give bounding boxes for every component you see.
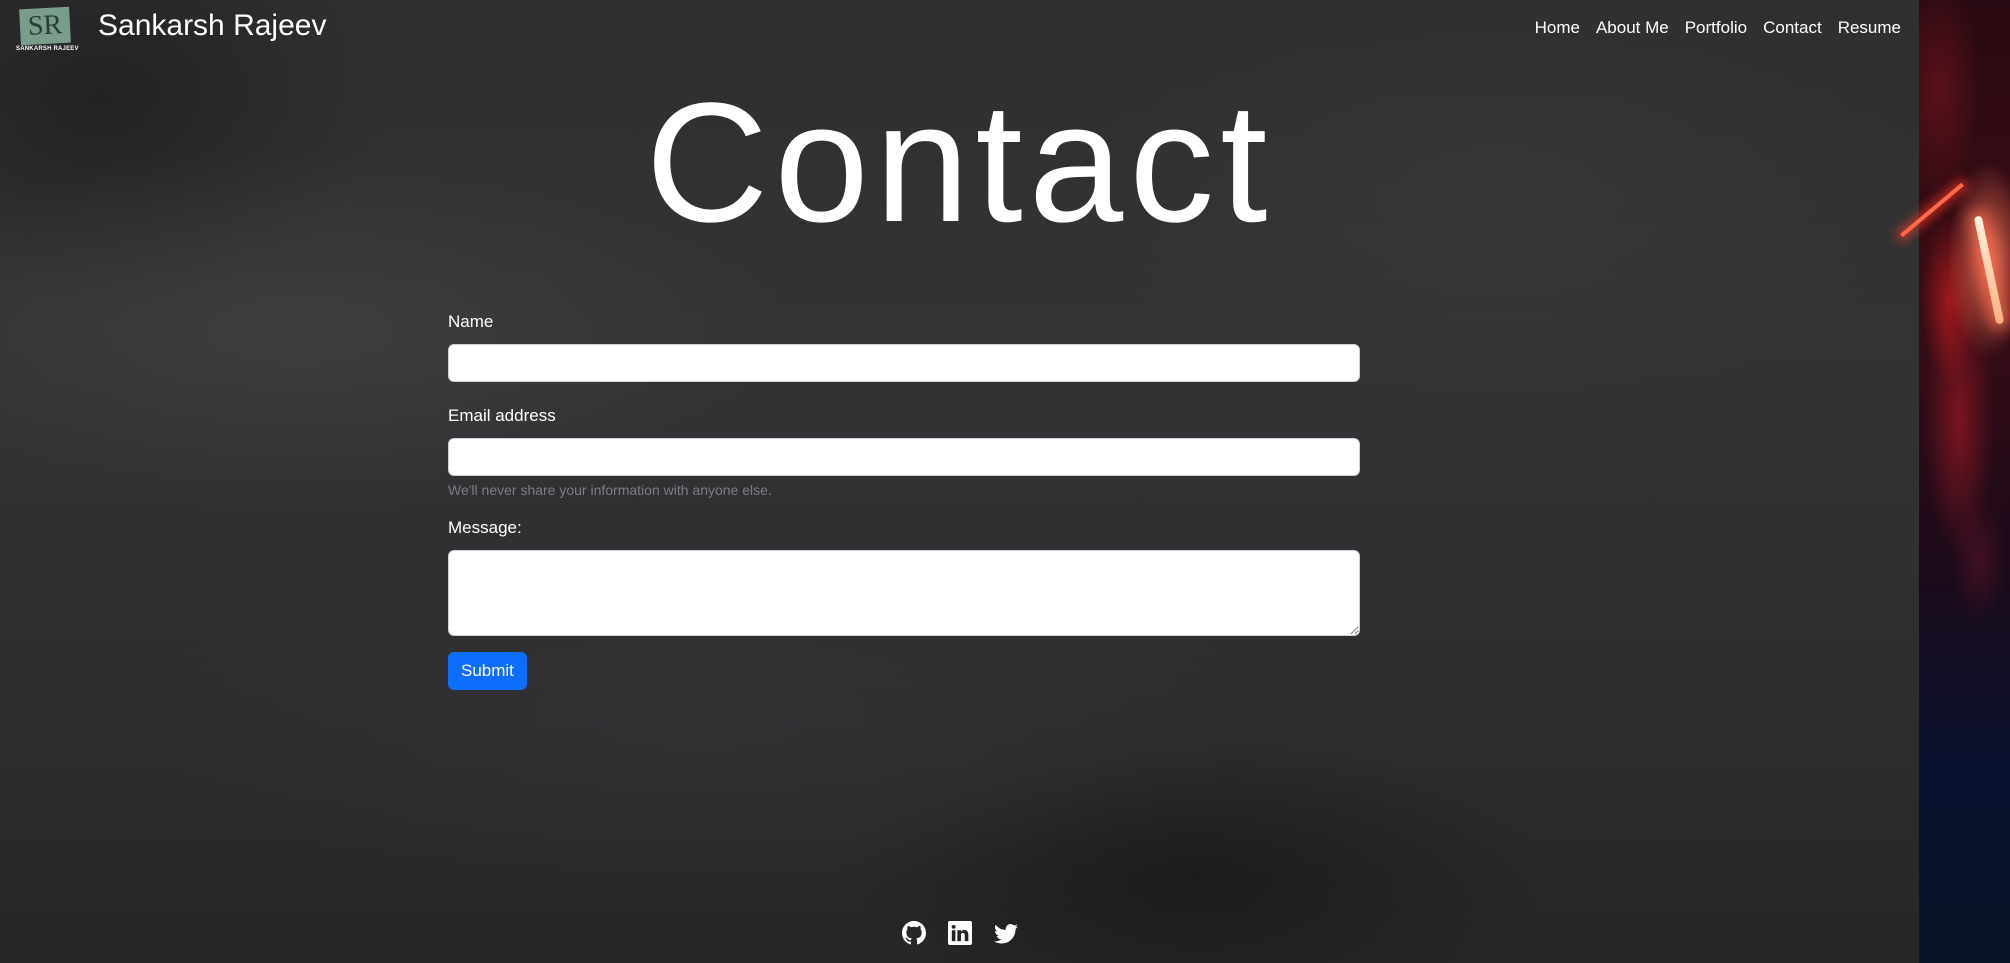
email-input[interactable] [448,438,1360,476]
name-group: Name [448,312,1360,382]
brand-link[interactable]: SR SANKARSH RAJEEV Sankarsh Rajeev [16,6,326,52]
github-icon [901,921,926,945]
page-title: Contact [645,68,1274,258]
nav-menu: Home About Me Portfolio Contact Resume [1535,18,1901,38]
name-input[interactable] [448,344,1360,382]
linkedin-icon [947,921,972,945]
twitter-icon [993,923,1018,944]
logo: SR SANKARSH RAJEEV [16,6,79,52]
email-group: Email address We'll never share your inf… [448,406,1360,498]
logo-caption: SANKARSH RAJEEV [16,46,79,52]
social-links [0,921,1919,945]
nav-link-home[interactable]: Home [1535,18,1580,38]
submit-button[interactable]: Submit [448,652,527,690]
github-link[interactable] [901,921,926,945]
linkedin-link[interactable] [947,921,972,945]
nav-link-resume[interactable]: Resume [1838,18,1901,38]
message-textarea[interactable] [448,550,1360,636]
contact-form: Name Email address We'll never share you… [448,312,1360,690]
message-label: Message: [448,518,522,537]
nav-link-contact[interactable]: Contact [1763,18,1822,38]
email-help-text: We'll never share your information with … [448,482,772,498]
side-background-image [1919,0,2010,963]
nav-link-portfolio[interactable]: Portfolio [1685,18,1747,38]
email-label: Email address [448,406,556,425]
nav-link-about-me[interactable]: About Me [1596,18,1669,38]
twitter-link[interactable] [993,921,1018,945]
message-group: Message: [448,518,1360,636]
brand-name: Sankarsh Rajeev [98,9,327,42]
name-label: Name [448,312,494,331]
logo-mark: SR [19,6,71,46]
